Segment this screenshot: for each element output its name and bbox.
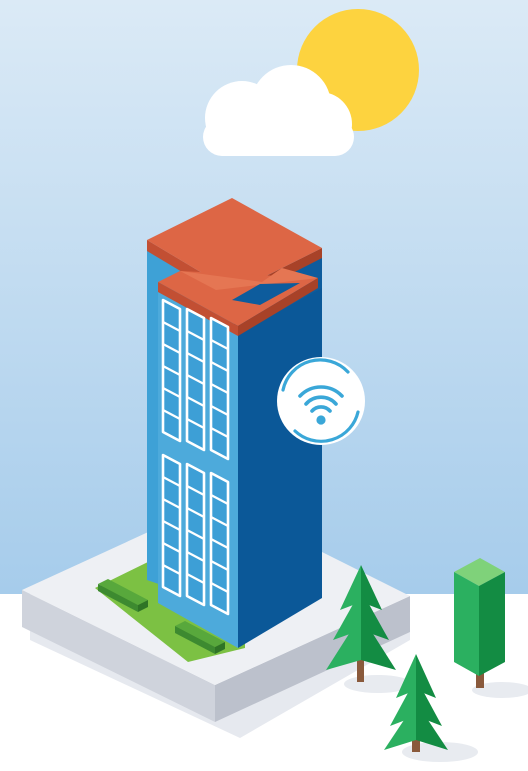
illustration-scene (0, 0, 528, 771)
front-tower-side (238, 288, 322, 648)
illustration-canvas (0, 0, 528, 771)
wifi-badge (277, 357, 365, 445)
